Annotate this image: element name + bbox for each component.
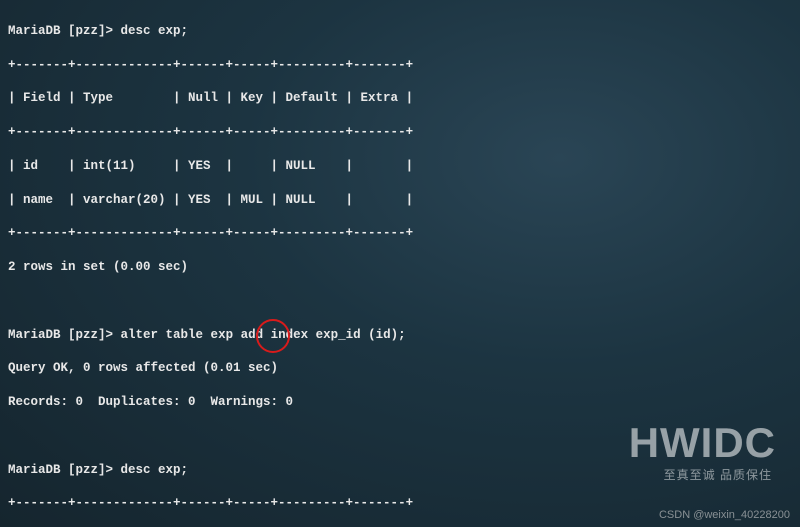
prompt-line-1[interactable]: MariaDB [pzz]> desc exp; <box>8 23 792 40</box>
csdn-attribution: CSDN @weixin_40228200 <box>659 509 790 521</box>
command-2: alter table exp add index exp_id (id); <box>121 328 406 342</box>
table-header: | Field | Type | Null | Key | Default | … <box>8 90 792 107</box>
table-row: | id | int(11) | YES | | NULL | | <box>8 158 792 175</box>
table-row: | name | varchar(20) | YES | MUL | NULL … <box>8 192 792 209</box>
table-border: +-------+-------------+------+-----+----… <box>8 225 792 242</box>
table-border: +-------+-------------+------+-----+----… <box>8 124 792 141</box>
prompt-label: MariaDB [pzz]> <box>8 328 113 342</box>
prompt-label: MariaDB [pzz]> <box>8 463 113 477</box>
query-result-1: Query OK, 0 rows affected (0.01 sec) <box>8 360 792 377</box>
watermark-logo: HWIDC <box>629 419 776 467</box>
command-1: desc exp; <box>121 24 189 38</box>
prompt-label: MariaDB [pzz]> <box>8 24 113 38</box>
query-result-2: Records: 0 Duplicates: 0 Warnings: 0 <box>8 394 792 411</box>
watermark-tagline: 至真至诚 品质保住 <box>664 466 772 483</box>
result-summary: 2 rows in set (0.00 sec) <box>8 259 792 276</box>
table-border: +-------+-------------+------+-----+----… <box>8 57 792 74</box>
command-3: desc exp; <box>121 463 189 477</box>
prompt-line-2[interactable]: MariaDB [pzz]> alter table exp add index… <box>8 327 792 344</box>
